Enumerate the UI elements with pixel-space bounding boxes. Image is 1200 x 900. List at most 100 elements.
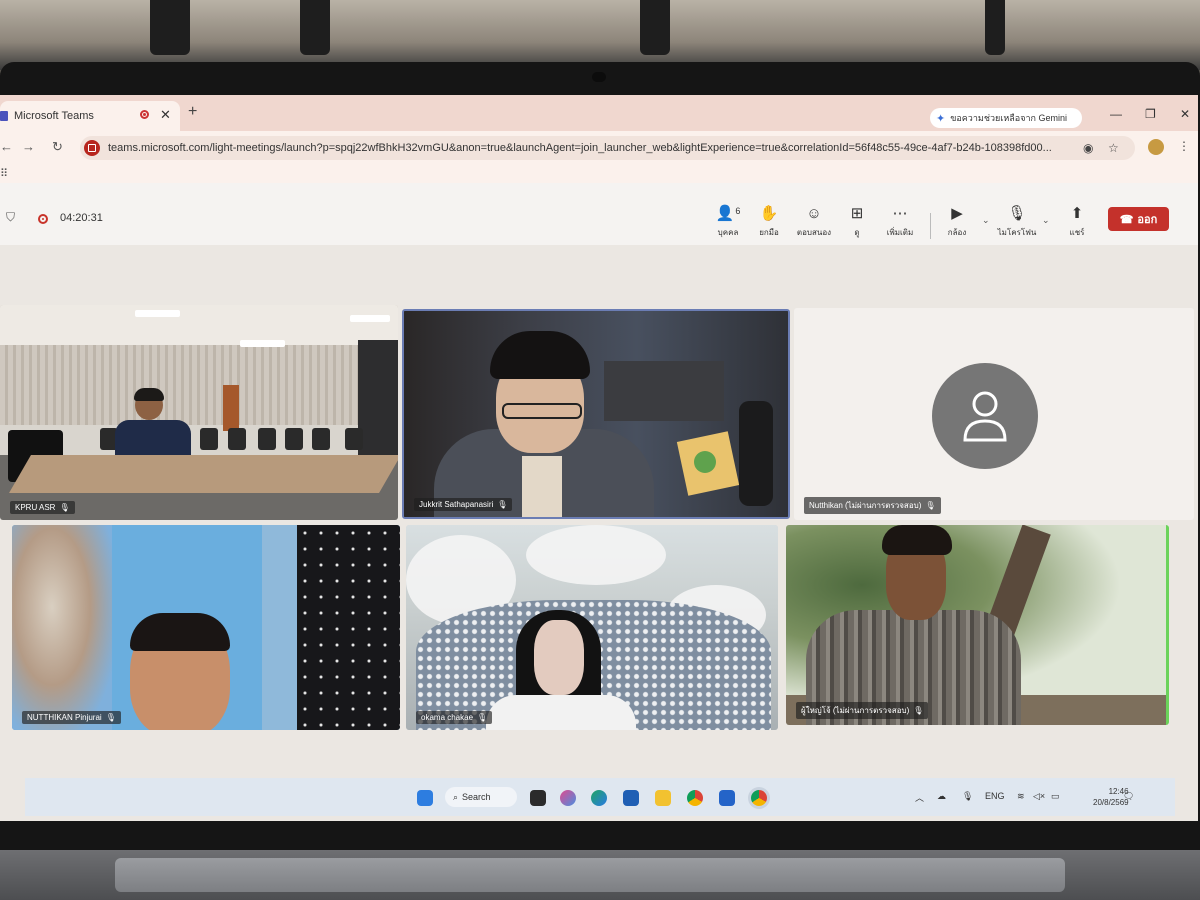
mic-icon: 🎙 bbox=[913, 706, 924, 715]
taskbar-search-box[interactable]: ⌕ Search bbox=[445, 787, 517, 807]
reload-icon[interactable]: ↻ bbox=[52, 139, 63, 155]
room-chair bbox=[640, 0, 670, 55]
shield-icon: ⛉ bbox=[6, 210, 16, 224]
leave-label: ออก bbox=[1137, 214, 1158, 226]
notification-icon[interactable]: 🗨 bbox=[1123, 791, 1134, 802]
video-table bbox=[9, 455, 398, 493]
tab-title: Microsoft Teams bbox=[14, 110, 94, 122]
search-icon: ⌕ bbox=[453, 791, 459, 802]
video-person-face bbox=[534, 620, 584, 695]
volume-icon[interactable]: ◁× bbox=[1033, 791, 1045, 802]
minimize-icon[interactable]: — bbox=[1110, 107, 1122, 121]
phone-hangup-icon: ☎ bbox=[1119, 213, 1134, 226]
meeting-timer: 04:20:31 bbox=[60, 212, 103, 224]
site-info-icon[interactable] bbox=[84, 140, 100, 156]
windows-taskbar: ⌕ Search ︿ ☁ 🎙 ENG ≋ ◁× ▭ 12:46 20/8/256… bbox=[25, 778, 1175, 816]
more-button[interactable]: ⋯ เพิ่มเติม bbox=[875, 205, 925, 239]
windows-start-icon[interactable] bbox=[417, 790, 433, 806]
more-dots-icon: ⋯ bbox=[892, 205, 908, 222]
store-icon[interactable] bbox=[623, 790, 639, 806]
maximize-icon[interactable]: ❐ bbox=[1145, 107, 1156, 121]
tray-mic-icon[interactable]: 🎙 bbox=[962, 791, 973, 802]
participant-tile[interactable]: Nutthikan (ไม่ผ่านการตรวจสอบ) 🎙 bbox=[794, 308, 1194, 520]
participant-name-tag: KPRU ASR 🎙 bbox=[10, 501, 75, 514]
participant-name-tag: NUTTHIKAN Pinjurai 🎙 bbox=[22, 711, 121, 724]
tray-cloud-icon[interactable]: ☁ bbox=[937, 791, 946, 802]
person-outline-icon bbox=[963, 391, 1007, 442]
recording-icon bbox=[38, 214, 48, 224]
extension-icon[interactable]: ◉ bbox=[1083, 141, 1093, 155]
battery-icon[interactable]: ▭ bbox=[1051, 791, 1060, 802]
browser-tab-teams[interactable]: Microsoft Teams ✕ bbox=[0, 101, 180, 131]
meeting-control-bar: ⛉ 04:20:31 👤6 บุคคล ✋ ยกมือ ☺ ตอบสนอง ⊞ … bbox=[0, 183, 1198, 246]
video-shelf bbox=[604, 361, 724, 421]
browser-menu-icon[interactable]: ⋮ bbox=[1178, 139, 1190, 153]
camera-button[interactable]: ▶ กล้อง bbox=[932, 205, 982, 239]
leave-button[interactable]: ☎ ออก bbox=[1108, 207, 1169, 231]
chrome-active-icon[interactable] bbox=[751, 790, 767, 806]
mic-icon: 🎙 bbox=[497, 500, 508, 509]
participant-name-tag: okama chakae 🎙 bbox=[416, 711, 493, 724]
participant-tile[interactable]: KPRU ASR 🎙 bbox=[0, 305, 398, 520]
video-light bbox=[240, 340, 285, 347]
tray-chevron-up-icon[interactable]: ︿ bbox=[915, 791, 924, 804]
microphone-button[interactable]: 🎙 ไมโครโฟน bbox=[992, 205, 1042, 239]
raise-hand-label: ยกมือ bbox=[759, 228, 779, 237]
share-icon: ⬆ bbox=[1070, 205, 1084, 222]
url-text: teams.microsoft.com/light-meetings/launc… bbox=[108, 142, 1052, 154]
participant-tile[interactable]: NUTTHIKAN Pinjurai 🎙 bbox=[12, 525, 400, 730]
task-view-icon[interactable] bbox=[530, 790, 546, 806]
language-indicator[interactable]: ENG bbox=[985, 791, 1005, 801]
participant-name: KPRU ASR bbox=[15, 503, 56, 512]
wifi-icon[interactable]: ≋ bbox=[1017, 791, 1025, 802]
video-bottle bbox=[739, 401, 773, 506]
app-icon[interactable] bbox=[719, 790, 735, 806]
participant-tile[interactable]: Jukkrit Sathapanasiri 🎙 bbox=[402, 309, 790, 519]
video-person-glasses bbox=[502, 403, 582, 419]
participant-name-tag: ผู้ใหญ่โจ้ (ไม่ผ่านการตรวจสอบ) 🎙 bbox=[796, 702, 929, 719]
microphone-label: ไมโครโฟน bbox=[997, 228, 1037, 237]
profile-avatar[interactable] bbox=[1148, 139, 1164, 155]
video-curtain bbox=[297, 525, 400, 730]
address-bar[interactable]: teams.microsoft.com/light-meetings/launc… bbox=[80, 136, 1135, 160]
mic-options-chevron-icon[interactable]: ⌄ bbox=[1042, 215, 1050, 226]
raise-hand-button[interactable]: ✋ ยกมือ bbox=[744, 205, 794, 239]
bookmark-star-icon[interactable]: ☆ bbox=[1108, 141, 1119, 155]
chrome-icon[interactable] bbox=[687, 790, 703, 806]
participant-tile-active-speaker[interactable]: ผู้ใหญ่โจ้ (ไม่ผ่านการตรวจสอบ) 🎙 bbox=[786, 525, 1169, 725]
file-explorer-icon[interactable] bbox=[655, 790, 671, 806]
video-chair bbox=[200, 428, 218, 450]
video-person-hair bbox=[882, 525, 952, 555]
video-chair bbox=[345, 428, 363, 450]
video-chair bbox=[228, 428, 246, 450]
back-icon[interactable]: ← bbox=[0, 139, 13, 154]
participant-name: Nutthikan (ไม่ผ่านการตรวจสอบ) bbox=[809, 501, 922, 510]
share-label: แชร์ bbox=[1069, 228, 1085, 237]
new-tab-button[interactable]: + bbox=[188, 103, 197, 121]
gemini-help-button[interactable]: ✦ ขอความช่วยเหลือจาก Gemini bbox=[930, 108, 1082, 128]
participant-name-tag: Jukkrit Sathapanasiri 🎙 bbox=[414, 498, 513, 511]
gemini-help-label: ขอความช่วยเหลือจาก Gemini bbox=[950, 113, 1067, 123]
mic-icon: 🎙 bbox=[477, 713, 488, 722]
window-close-icon[interactable]: ✕ bbox=[1180, 107, 1190, 121]
participant-name: okama chakae bbox=[421, 713, 474, 722]
teams-icon bbox=[0, 111, 8, 121]
microphone-icon: 🎙 bbox=[1007, 205, 1027, 222]
participant-name: Jukkrit Sathapanasiri bbox=[419, 500, 494, 509]
webcam bbox=[592, 72, 606, 82]
video-door bbox=[223, 385, 239, 431]
copilot-icon[interactable] bbox=[560, 790, 576, 806]
camera-options-chevron-icon[interactable]: ⌄ bbox=[982, 215, 990, 226]
participant-tile[interactable]: okama chakae 🎙 bbox=[406, 525, 778, 730]
video-person-shirt bbox=[486, 695, 636, 730]
tab-close-icon[interactable]: ✕ bbox=[160, 107, 171, 123]
share-button[interactable]: ⬆ แชร์ bbox=[1052, 205, 1102, 239]
bookmarks-bar: ⠿ bbox=[0, 165, 1198, 183]
laptop-hinge bbox=[115, 858, 1065, 892]
video-light bbox=[350, 315, 390, 322]
forward-icon[interactable]: → bbox=[22, 139, 35, 154]
room-chair bbox=[300, 0, 330, 55]
edge-browser-icon[interactable] bbox=[591, 790, 607, 806]
apps-grid-icon[interactable]: ⠿ bbox=[0, 167, 8, 180]
mic-icon: 🎙 bbox=[925, 501, 936, 510]
